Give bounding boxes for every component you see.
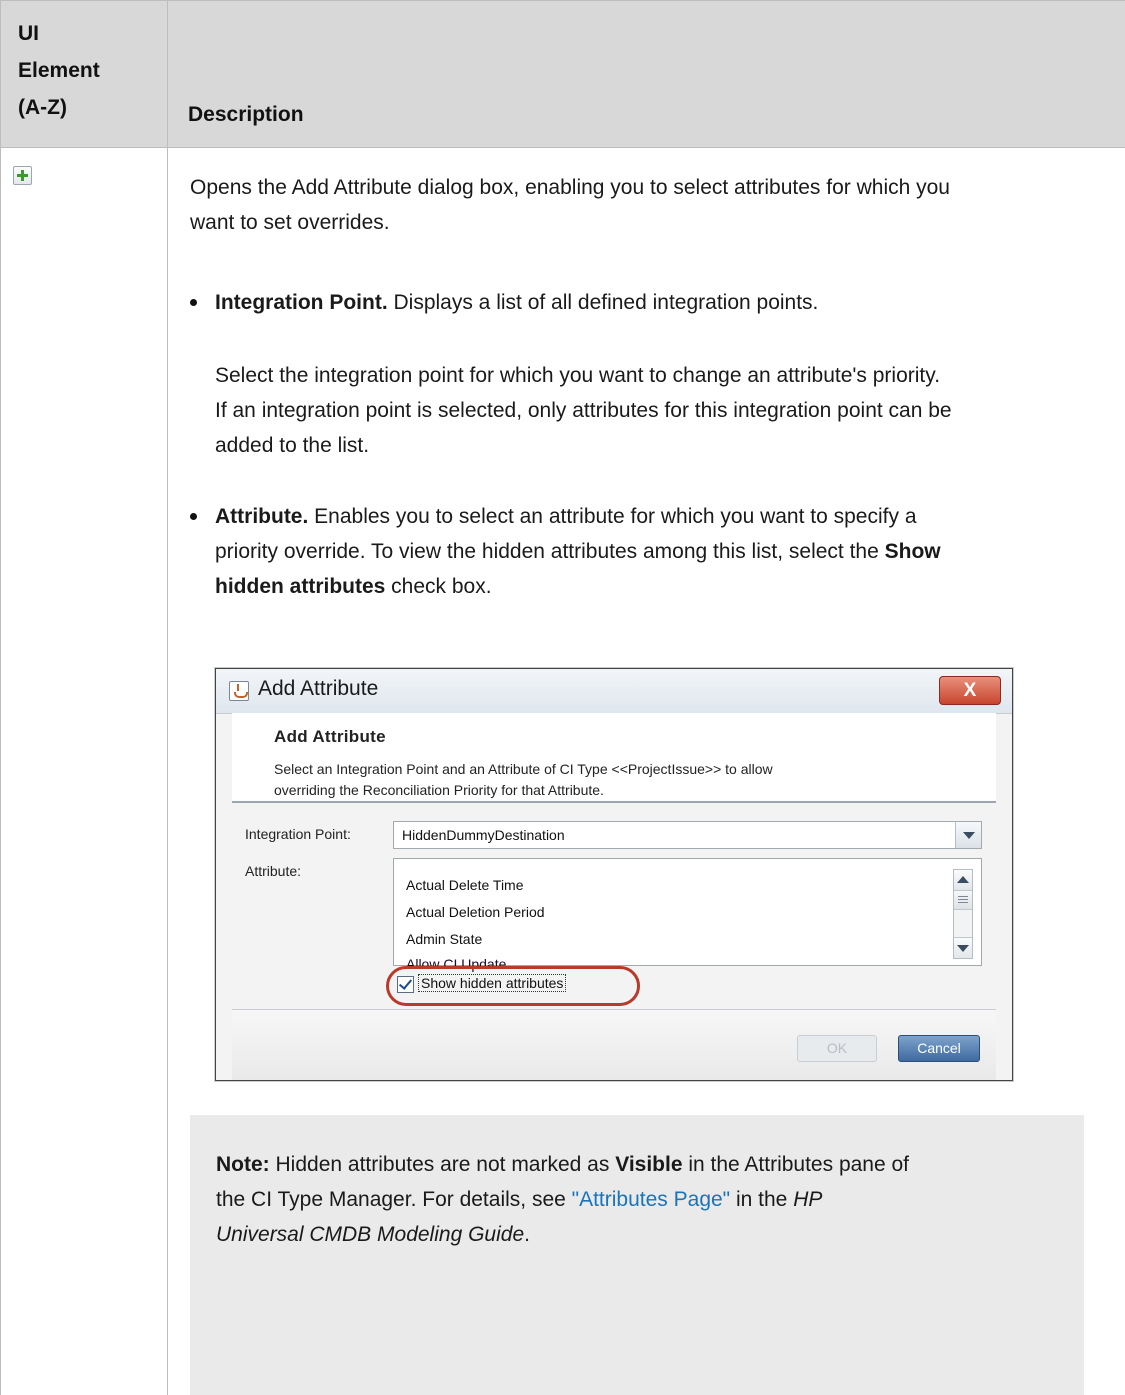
scroll-down-icon[interactable] [954, 937, 972, 958]
list-item[interactable]: Actual Deletion Period [406, 904, 545, 920]
integration-point-value: HiddenDummyDestination [402, 827, 565, 843]
list-item[interactable]: Actual Delete Time [406, 877, 524, 893]
header-line: UI [18, 22, 39, 45]
bold-term: Show [884, 540, 941, 563]
java-cup-icon [229, 681, 249, 701]
bold-term: hidden attributes [215, 575, 386, 598]
column-divider [167, 0, 168, 1395]
integration-point-details: Select the integration point for which y… [215, 358, 1105, 463]
note-box: Note: Hidden attributes are not marked a… [190, 1115, 1084, 1395]
attribute-label: Attribute: [245, 863, 302, 879]
note-segment: . [524, 1223, 530, 1246]
detail-line: added to the list. [215, 434, 370, 457]
bullet-dot [190, 513, 197, 520]
bullet-text: Displays a list of all defined integrati… [387, 291, 819, 314]
dialog-body: Integration Point: HiddenDummyDestinatio… [232, 803, 996, 1009]
note-segment: Hidden attributes are not marked as [269, 1153, 616, 1176]
attributes-page-link[interactable]: "Attributes Page" [572, 1188, 731, 1211]
note-segment: in the [730, 1188, 794, 1211]
add-plus-icon [13, 166, 32, 185]
detail-line: Select the integration point for which y… [215, 364, 941, 387]
intro-paragraph: Opens the Add Attribute dialog box, enab… [190, 170, 1100, 240]
bullet-text: priority override. To view the hidden at… [215, 540, 885, 563]
scroll-thumb[interactable] [954, 891, 972, 910]
help-page: UI Element (A-Z) Description Opens the A… [0, 0, 1125, 1395]
show-hidden-checkbox[interactable] [397, 976, 414, 993]
integration-point-select[interactable]: HiddenDummyDestination [393, 821, 982, 849]
intro-line: Opens the Add Attribute dialog box, enab… [190, 176, 950, 199]
list-scrollbar[interactable] [953, 869, 973, 959]
note-label: Note: [216, 1153, 270, 1176]
bullet-dot [190, 299, 197, 306]
dialog-titlebar: Add Attribute X [216, 669, 1012, 714]
guide-title: Universal CMDB Modeling Guide [216, 1223, 525, 1246]
dialog-header-description: Select an Integration Point and an Attri… [274, 759, 974, 801]
note-segment: in the Attributes pane of [682, 1153, 910, 1176]
header-line: Element [18, 59, 100, 82]
description-line: overriding the Reconciliation Priority f… [274, 782, 604, 798]
bullet-text: check box. [385, 575, 492, 598]
show-hidden-label[interactable]: Show hidden attributes [418, 974, 567, 992]
description-line: Select an Integration Point and an Attri… [274, 761, 773, 777]
header-line: (A-Z) [18, 96, 67, 119]
list-item[interactable]: Admin State [406, 931, 482, 947]
table-left-border [0, 0, 1, 1395]
ok-button[interactable]: OK [797, 1035, 877, 1062]
dialog-window-title: Add Attribute [258, 677, 379, 700]
dialog-header-title: Add Attribute [274, 727, 386, 746]
column-header-ui-element: UI Element (A-Z) [18, 15, 138, 126]
dialog-header: Add Attribute Select an Integration Poin… [232, 713, 996, 801]
bullet-title: Integration Point. [215, 291, 388, 314]
guide-title: HP [793, 1188, 823, 1211]
chevron-down-icon [963, 832, 975, 839]
note-text: Note: Hidden attributes are not marked a… [216, 1147, 1066, 1252]
integration-point-label: Integration Point: [245, 826, 351, 842]
ui-elements-table: UI Element (A-Z) Description Opens the A… [0, 0, 1125, 1395]
column-header-description: Description [188, 103, 304, 126]
intro-line: want to set overrides. [190, 211, 390, 234]
bullet-integration-point: Integration Point. Displays a list of al… [215, 285, 1095, 320]
table-header: UI Element (A-Z) Description [0, 0, 1125, 148]
dropdown-button[interactable] [955, 822, 981, 848]
dialog-footer: OK Cancel [232, 1009, 996, 1080]
note-segment: the CI Type Manager. For details, see [216, 1188, 572, 1211]
add-attribute-dialog: Add Attribute X Add Attribute Select an … [215, 668, 1013, 1081]
scroll-up-icon[interactable] [954, 870, 972, 891]
bold-term: Visible [615, 1153, 683, 1176]
bullet-title: Attribute. [215, 505, 309, 528]
bullet-text: Enables you to select an attribute for w… [308, 505, 917, 528]
cancel-button[interactable]: Cancel [898, 1035, 980, 1062]
attribute-list[interactable]: Actual Delete Time Actual Deletion Perio… [393, 858, 982, 972]
close-button[interactable]: X [939, 676, 1001, 705]
detail-line: If an integration point is selected, onl… [215, 399, 952, 422]
bullet-attribute: Attribute. Enables you to select an attr… [215, 499, 1105, 604]
